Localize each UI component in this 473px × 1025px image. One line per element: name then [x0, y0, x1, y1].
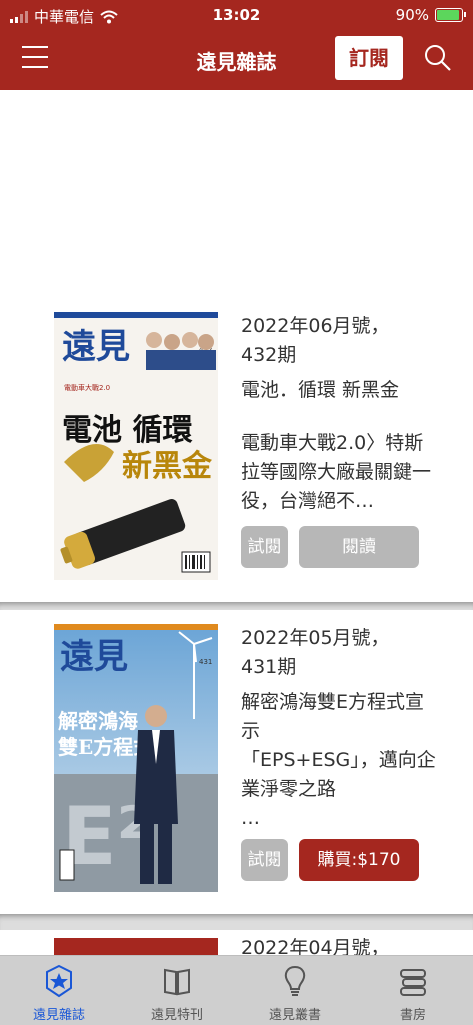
status-bar: 中華電信 13:02 90%	[0, 0, 473, 30]
battery-icon	[435, 8, 466, 22]
issue-card: 遠見 432 電動車大戰2.0 電池 循環 新黑金 2022年06月號， 432…	[0, 90, 473, 602]
issue-number: 431期	[241, 656, 297, 678]
subscribe-button[interactable]: 訂閱	[335, 36, 403, 80]
books-stack-icon	[400, 969, 426, 996]
issue-date: 2022年06月號，	[241, 315, 390, 337]
magazine-cover[interactable]: 遠見 431 解密鴻海 雙E方程式 E²	[54, 624, 218, 892]
lightbulb-icon	[284, 965, 306, 996]
issue-subline: 「EPS+ESG」，邁向企業淨零之路	[241, 749, 436, 800]
cover-title-line2: 新黑金	[122, 449, 213, 484]
tab-label: 遠見叢書	[268, 1008, 321, 1023]
issue-date: 2022年04月號，	[241, 937, 390, 955]
cover-top-line: 電動車大戰2.0	[64, 383, 110, 392]
tab-label: 遠見雜誌	[32, 1008, 85, 1023]
issue-headline: 解密鴻海雙E方程式宣示	[241, 691, 425, 742]
cover-title-line1: 電池 循環	[62, 413, 193, 448]
buy-button[interactable]: 購買:$170	[299, 839, 419, 881]
search-icon[interactable]	[424, 44, 452, 72]
tab-bookshelf[interactable]: 書房	[354, 956, 472, 1025]
cover-logo: 遠見	[62, 327, 130, 367]
tab-books[interactable]: 遠見叢書	[236, 956, 354, 1025]
nav-bar: 遠見雜誌 訂閱	[0, 30, 473, 90]
star-badge-icon	[46, 964, 72, 998]
issue-meta: 2022年04月號，	[241, 934, 441, 955]
issue-summary: 電動車大戰2.0〉特斯拉等國際大廠最關鍵一役，台灣絕不…	[241, 432, 432, 512]
issue-ellipsis: …	[241, 807, 260, 829]
cover-art: 遠見 432 電動車大戰2.0 電池 循環 新黑金	[54, 312, 218, 580]
issue-headline: 電池．循環 新黑金	[241, 379, 400, 401]
issue-date: 2022年05月號，	[241, 627, 390, 649]
bottom-tab-bar: 遠見雜誌 遠見特刊 遠見叢書 書房	[0, 955, 473, 1025]
issue-card: 2022年04月號，	[0, 930, 473, 955]
book-icon	[164, 968, 190, 996]
tab-label: 遠見特刊	[150, 1008, 203, 1023]
tab-special[interactable]: 遠見特刊	[118, 956, 236, 1025]
magazine-cover[interactable]	[54, 938, 218, 955]
issue-card: 遠見 431 解密鴻海 雙E方程式 E² 2022年05月號， 431期 解密鴻…	[0, 610, 473, 914]
issue-number: 432期	[241, 344, 297, 366]
read-button[interactable]: 閱讀	[299, 526, 419, 568]
battery-info: 90%	[395, 6, 466, 24]
cover-title-line1: 解密鴻海	[58, 709, 138, 733]
cover-art: 遠見 431 解密鴻海 雙E方程式 E²	[54, 624, 218, 892]
preview-button[interactable]: 試閱	[241, 526, 288, 568]
app-header: 中華電信 13:02 90% 遠見雜誌 訂閱	[0, 0, 473, 90]
tab-magazine[interactable]: 遠見雜誌	[0, 956, 118, 1025]
preview-button[interactable]: 試閱	[241, 839, 288, 881]
battery-percent: 90%	[395, 6, 429, 24]
issue-meta: 2022年05月號， 431期 解密鴻海雙E方程式宣示 「EPS+ESG」，邁向…	[241, 624, 441, 833]
cover-issue-no: 431	[199, 658, 212, 666]
cover-logo: 遠見	[60, 637, 128, 677]
magazine-cover[interactable]: 遠見 432 電動車大戰2.0 電池 循環 新黑金	[54, 312, 218, 580]
tab-label: 書房	[399, 1008, 426, 1023]
issue-meta: 2022年06月號， 432期 電池．循環 新黑金 電動車大戰2.0〉特斯拉等國…	[241, 312, 441, 516]
